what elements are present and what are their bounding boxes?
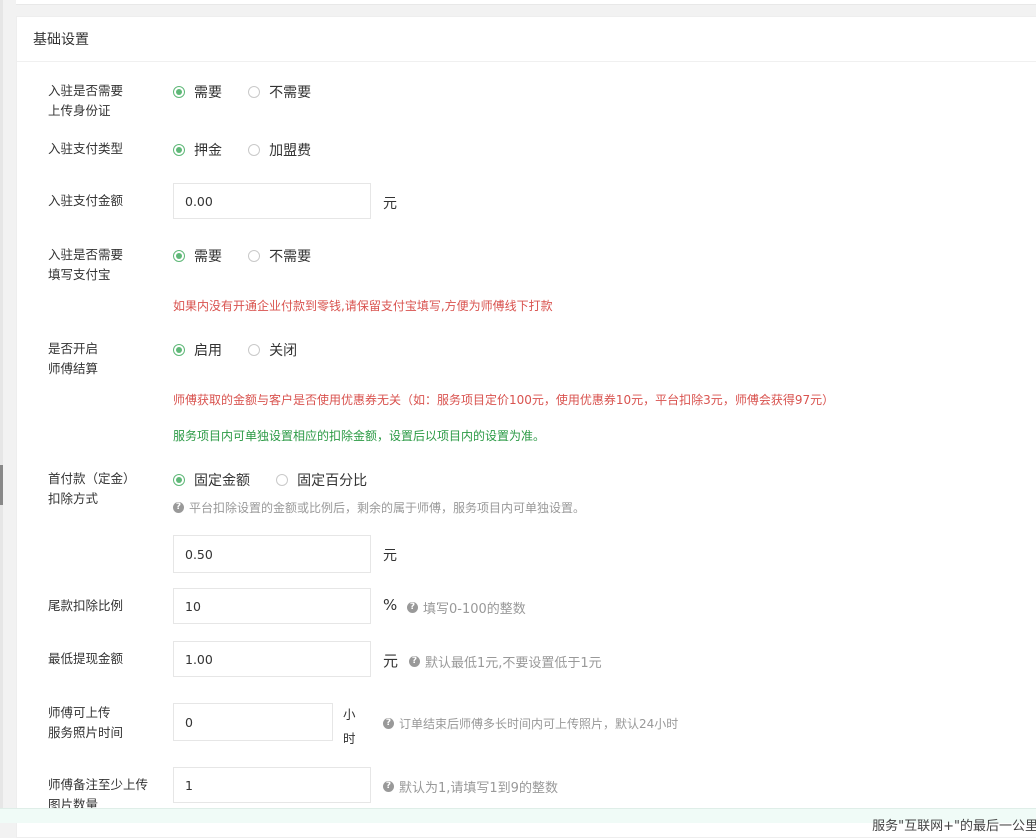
- question-icon: ?: [173, 502, 184, 513]
- alipay-note: 如果内没有开通企业付款到零钱,请保留支付宝填写,方便为师傅线下打款: [173, 299, 553, 313]
- radio-checked-icon: [173, 144, 185, 156]
- photo-time-hint: ? 订单结束后师傅多长时间内可上传照片，默认24小时: [383, 715, 678, 732]
- pay-amount-input[interactable]: [173, 183, 371, 219]
- deposit-deduct-label-line2: 扣除方式: [48, 491, 99, 506]
- question-icon: ?: [409, 656, 420, 667]
- radio-label: 需要: [194, 85, 222, 101]
- min-withdraw-unit: 元: [383, 652, 399, 670]
- question-icon: ?: [383, 718, 394, 729]
- pay-type-radio-group: 押金 加盟费: [173, 140, 333, 160]
- alipay-option-no[interactable]: 不需要: [248, 246, 311, 266]
- deposit-deduct-input[interactable]: [173, 535, 371, 573]
- settlement-option-enable[interactable]: 启用: [173, 340, 222, 360]
- pay-type-option-franchise[interactable]: 加盟费: [248, 140, 311, 160]
- question-icon: ?: [407, 602, 418, 613]
- min-photos-hint: ? 默认为1,请填写1到9的整数: [383, 777, 558, 796]
- radio-label: 加盟费: [269, 143, 312, 159]
- deposit-deduct-hint-text: 平台扣除设置的金额或比例后，剩余的属于师傅，服务项目内可单独设置。: [189, 501, 586, 515]
- photo-time-input[interactable]: [173, 703, 333, 741]
- deposit-deduct-label: 首付款（定金） 扣除方式: [48, 469, 158, 509]
- tail-ratio-hint-text: 填写0-100的整数: [423, 602, 526, 617]
- min-withdraw-label: 最低提现金额: [48, 651, 124, 666]
- id-card-option-no[interactable]: 不需要: [248, 82, 311, 102]
- min-photos-hint-text: 默认为1,请填写1到9的整数: [399, 781, 558, 796]
- radio-label: 不需要: [269, 85, 312, 101]
- photo-time-unit-line1: 小: [343, 707, 356, 722]
- photo-time-label-line2: 服务照片时间: [48, 725, 124, 740]
- id-card-label-line1: 入驻是否需要: [48, 83, 124, 98]
- radio-checked-icon: [173, 250, 185, 262]
- pay-type-label: 入驻支付类型: [48, 141, 124, 156]
- settlement-label-line2: 师傅结算: [48, 361, 99, 376]
- id-card-label: 入驻是否需要 上传身份证: [48, 81, 158, 121]
- deposit-deduct-hint: ? 平台扣除设置的金额或比例后，剩余的属于师傅，服务项目内可单独设置。: [173, 499, 585, 516]
- radio-unchecked-icon: [248, 86, 261, 98]
- min-photos-label-line1: 师傅备注至少上传: [48, 777, 149, 792]
- settlement-label-line1: 是否开启: [48, 341, 99, 356]
- radio-label: 需要: [194, 249, 222, 265]
- photo-time-unit-line2: 时: [343, 731, 356, 746]
- min-photos-input[interactable]: [173, 767, 371, 803]
- settings-card: 基础设置 入驻是否需要 上传身份证 需要 不需要 入驻支付类型 押金 加盟费 入…: [16, 16, 1036, 838]
- tail-ratio-label: 尾款扣除比例: [48, 598, 124, 613]
- radio-checked-icon: [173, 474, 185, 486]
- deposit-deduct-label-line1: 首付款（定金）: [48, 471, 136, 486]
- settlement-note-green: 服务项目内可单独设置相应的扣除金额，设置后以项目内的设置为准。: [173, 429, 546, 443]
- radio-checked-icon: [173, 344, 185, 356]
- settlement-note: 师傅获取的金额与客户是否使用优惠券无关（如：服务项目定价100元，使用优惠券10…: [173, 393, 835, 407]
- question-icon: ?: [383, 781, 394, 792]
- left-edge-handle: [0, 465, 3, 505]
- footer-text: 服务"互联网+"的最后一公里: [872, 819, 1036, 834]
- radio-label: 固定百分比: [297, 473, 368, 489]
- id-card-option-yes[interactable]: 需要: [173, 82, 222, 102]
- id-card-label-line2: 上传身份证: [48, 103, 111, 118]
- radio-label: 不需要: [269, 249, 312, 265]
- photo-time-label-line1: 师傅可上传: [48, 705, 111, 720]
- pay-type-option-deposit[interactable]: 押金: [173, 140, 222, 160]
- settlement-option-disable[interactable]: 关闭: [248, 340, 297, 360]
- section-title: 基础设置: [17, 17, 1036, 62]
- pay-amount-unit: 元: [383, 196, 397, 212]
- radio-label: 固定金额: [194, 473, 250, 489]
- deposit-deduct-option-percent[interactable]: 固定百分比: [276, 470, 367, 490]
- alipay-option-yes[interactable]: 需要: [173, 246, 222, 266]
- radio-label: 关闭: [269, 343, 298, 359]
- radio-unchecked-icon: [248, 144, 261, 156]
- alipay-label-line2: 填写支付宝: [48, 267, 111, 282]
- photo-time-label: 师傅可上传 服务照片时间: [48, 703, 158, 743]
- deposit-deduct-radio-group: 固定金额 固定百分比: [173, 470, 389, 490]
- previous-card: [16, 0, 1036, 5]
- tail-ratio-input[interactable]: [173, 588, 371, 624]
- alipay-radio-group: 需要 不需要: [173, 246, 333, 266]
- alipay-label: 入驻是否需要 填写支付宝: [48, 245, 158, 285]
- min-withdraw-hint-text: 默认最低1元,不要设置低于1元: [425, 656, 602, 671]
- radio-label: 启用: [194, 343, 222, 359]
- deposit-deduct-option-fixed[interactable]: 固定金额: [173, 470, 250, 490]
- left-edge: [0, 0, 3, 822]
- id-card-radio-group: 需要 不需要: [173, 82, 333, 102]
- alipay-label-line1: 入驻是否需要: [48, 247, 124, 262]
- deposit-deduct-unit: 元: [383, 548, 397, 564]
- photo-time-hint-text: 订单结束后师傅多长时间内可上传照片，默认24小时: [399, 717, 679, 731]
- settlement-label: 是否开启 师傅结算: [48, 339, 158, 379]
- radio-unchecked-icon: [276, 474, 289, 486]
- tail-ratio-unit: %: [383, 596, 398, 614]
- photo-time-unit: 小 时: [343, 703, 356, 751]
- radio-unchecked-icon: [248, 250, 261, 262]
- tail-ratio-hint: ? 填写0-100的整数: [407, 598, 526, 617]
- radio-label: 押金: [194, 143, 222, 159]
- radio-unchecked-icon: [248, 344, 261, 356]
- pay-amount-label: 入驻支付金额: [48, 193, 124, 208]
- settlement-radio-group: 启用 关闭: [173, 340, 319, 360]
- min-withdraw-hint: ? 默认最低1元,不要设置低于1元: [409, 652, 602, 671]
- radio-checked-icon: [173, 86, 185, 98]
- min-withdraw-input[interactable]: [173, 641, 371, 677]
